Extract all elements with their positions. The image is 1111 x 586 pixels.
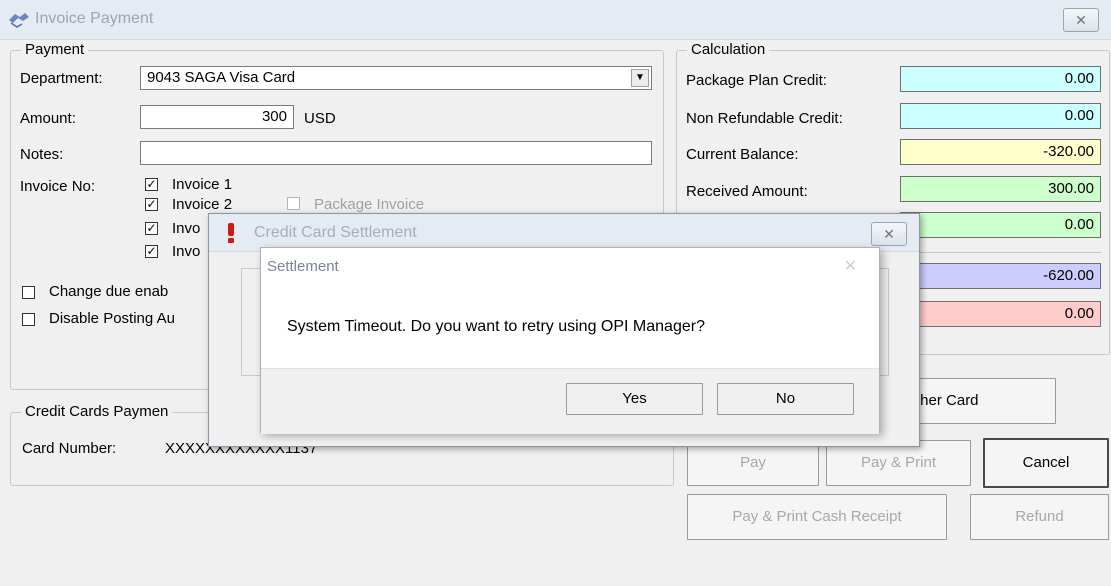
calculation-field-5: 0.00 [900, 212, 1101, 238]
department-select[interactable]: 9043 SAGA Visa Card ▼ [140, 66, 652, 90]
package-invoice-label: Package Invoice [314, 196, 425, 213]
calculation-legend: Calculation [687, 41, 770, 58]
ccs-close-button[interactable]: ✕ [871, 222, 907, 246]
credit-cards-legend: Credit Cards Paymen [21, 403, 173, 420]
department-value: 9043 SAGA Visa Card [147, 69, 296, 86]
invoice-2-checkbox[interactable]: ✓ [145, 198, 158, 211]
cancel-button[interactable]: Cancel [983, 438, 1109, 488]
payment-icon [9, 13, 29, 28]
invoice-3-label: Invo [172, 220, 201, 237]
settlement-close-icon[interactable]: ✕ [844, 256, 857, 276]
received-amount-value: 300.00 [900, 176, 1101, 202]
current-balance-label: Current Balance: [686, 146, 799, 163]
settlement-button-bar: Yes No [261, 368, 879, 434]
invoice-1-label: Invoice 1 [172, 176, 233, 193]
invoice-3-checkbox[interactable]: ✓ [145, 222, 158, 235]
invoice-1-checkbox[interactable]: ✓ [145, 178, 158, 191]
invoice-4-label: Invo [172, 243, 201, 260]
invoice-2-label: Invoice 2 [172, 196, 233, 213]
package-invoice-checkbox[interactable] [287, 197, 300, 210]
package-plan-credit-label: Package Plan Credit: [686, 72, 827, 89]
amount-value: 300 [261, 108, 287, 125]
payment-legend: Payment [21, 41, 89, 58]
title-bar: Invoice Payment ✕ [0, 0, 1111, 40]
invoice-payment-window: Invoice Payment ✕ Payment Department: 90… [0, 0, 1111, 586]
settlement-message: System Timeout. Do you want to retry usi… [287, 318, 705, 335]
invoice-4-checkbox[interactable]: ✓ [145, 245, 158, 258]
ccs-title: Credit Card Settlement [254, 224, 417, 241]
yes-button[interactable]: Yes [566, 383, 703, 415]
refund-button[interactable]: Refund [970, 494, 1109, 540]
change-due-label: Change due enab [49, 283, 169, 300]
pay-print-cash-receipt-button[interactable]: Pay & Print Cash Receipt [687, 494, 947, 540]
department-label: Department: [20, 70, 103, 87]
current-balance-value: -320.00 [900, 139, 1101, 165]
non-refundable-credit-label: Non Refundable Credit: [686, 110, 843, 127]
window-title: Invoice Payment [35, 10, 154, 27]
settlement-title: Settlement [267, 258, 339, 275]
no-button[interactable]: No [717, 383, 854, 415]
chevron-down-icon[interactable]: ▼ [631, 69, 649, 87]
exclamation-icon [228, 223, 234, 243]
amount-label: Amount: [20, 110, 76, 127]
amount-input[interactable]: 300 [140, 105, 294, 129]
calculation-field-6: -620.00 [900, 263, 1101, 289]
disable-posting-checkbox[interactable] [22, 313, 35, 326]
non-refundable-credit-value: 0.00 [900, 103, 1101, 129]
card-number-label: Card Number: [22, 440, 117, 457]
notes-input[interactable] [140, 141, 652, 165]
calculation-divider [900, 252, 1101, 253]
invoice-no-label: Invoice No: [20, 178, 96, 195]
package-plan-credit-value: 0.00 [900, 66, 1101, 92]
currency-label: USD [304, 110, 336, 127]
received-amount-label: Received Amount: [686, 183, 808, 200]
disable-posting-label: Disable Posting Au [49, 310, 175, 327]
calculation-field-7: 0.00 [900, 301, 1101, 327]
notes-label: Notes: [20, 146, 64, 163]
window-close-button[interactable]: ✕ [1063, 8, 1099, 32]
change-due-checkbox[interactable] [22, 286, 35, 299]
settlement-message-box: Settlement ✕ System Timeout. Do you want… [260, 247, 880, 434]
